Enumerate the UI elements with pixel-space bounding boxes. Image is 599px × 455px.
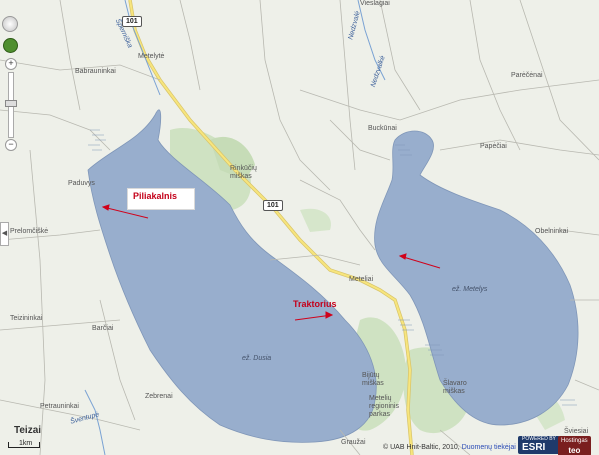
label-teizai: Teizai (14, 425, 42, 436)
map-canvas[interactable]: Babrauninkai Metelytė Paduvys Prelomčišk… (0, 0, 599, 455)
collapse-panel-toggle[interactable]: ◀ (0, 222, 9, 246)
attribution-link[interactable]: Duomenų tiekėjai (462, 444, 516, 451)
esri-logo[interactable]: POWERED BY ESRI (518, 436, 560, 454)
zoom-slider-handle[interactable] (5, 100, 17, 107)
hosting-tagline: Hostingas (561, 438, 588, 444)
zoom-out-button[interactable]: − (5, 139, 17, 151)
route-shield-101: 101 (263, 200, 283, 211)
label-vieslagiai: Vieslagiai (360, 0, 390, 7)
forest-area (300, 208, 331, 232)
label-lake-dusia: ež. Dusia (242, 355, 272, 362)
attribution-copyright: © UAB Hnit-Baltic, 2010, (383, 444, 460, 451)
scale-label: 1km (19, 440, 33, 447)
label-zebrenai: Zebrenai (145, 393, 173, 400)
esri-name: ESRI (522, 442, 546, 453)
label-sviesiai: Šviesiai (564, 428, 589, 435)
annotation-traktorius: Traktorius (293, 299, 337, 309)
label-prelomciske: Prelomčiškė (10, 228, 49, 235)
label-metelu-regioninis-parkas: Metelių regioninis parkas (369, 395, 399, 418)
label-papeciai: Papėčiai (480, 143, 507, 150)
hosting-logo[interactable]: Hostingas teo (558, 436, 591, 455)
label-bijutu-miskas: Bijūtų miškas (362, 372, 384, 387)
label-babrauninkai: Babrauninkai (75, 68, 116, 75)
label-meteliai: Meteliai (349, 276, 374, 283)
zoom-in-button[interactable]: + (5, 58, 17, 70)
label-grauzai: Graužai (341, 439, 366, 446)
pan-icon[interactable] (2, 16, 18, 32)
route-shield-101: 101 (122, 16, 142, 27)
attribution: © UAB Hnit-Baltic, 2010, Duomenų tiekėja… (383, 444, 516, 451)
label-parecenai: Parėčėnai (511, 72, 543, 79)
label-rinkuciu-miskas: Rinkūčių miškas (230, 165, 257, 180)
label-lake-metelys: ež. Metelys (452, 286, 488, 293)
label-barciai: Barčiai (92, 325, 114, 332)
label-obelninkai: Obelninkai (535, 228, 569, 235)
label-svaro-miskas: Šlavaro miškas (443, 380, 467, 395)
label-paduvys: Paduvys (68, 180, 95, 187)
label-teizininkai: Teizininkai (10, 315, 43, 322)
globe-icon[interactable] (3, 38, 18, 53)
hosting-name: teo (568, 446, 581, 455)
label-buckunai: Buckūnai (368, 125, 397, 132)
label-metelyte: Metelytė (138, 53, 165, 60)
annotation-piliakalnis: Piliakalnis (133, 191, 178, 201)
label-petrauninkai: Petrauninkai (40, 403, 79, 410)
